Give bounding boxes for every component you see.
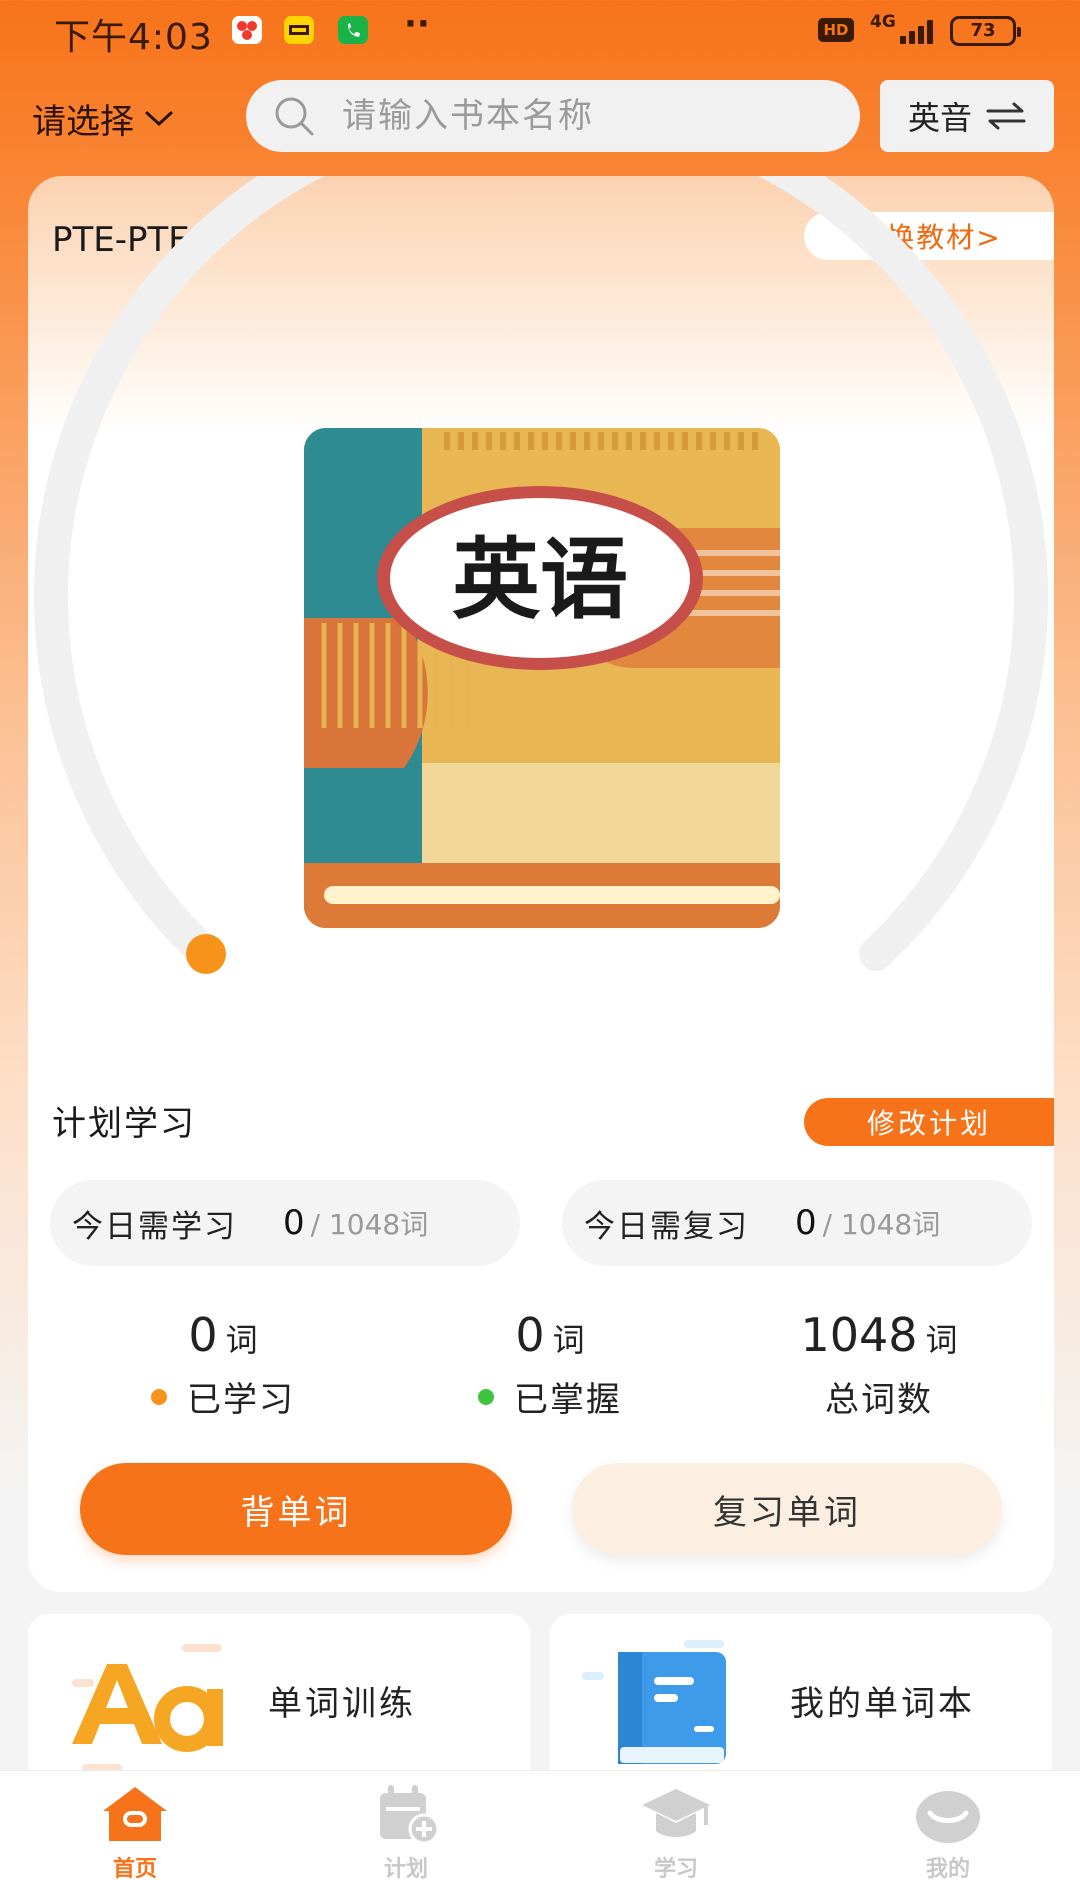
learned-label: 已学习 — [187, 1380, 295, 1420]
today-learn-label: 今日需学习 — [72, 1208, 237, 1245]
today-review-total: / 1048词 — [822, 1208, 941, 1241]
search-icon — [275, 97, 314, 136]
calendar-plan-icon — [380, 1785, 440, 1845]
today-learn-value: 0 — [283, 1203, 305, 1243]
stat-learned: 0词 已学习 — [73, 1308, 373, 1421]
review-words-button[interactable]: 复习单词 — [572, 1463, 1002, 1555]
progress-indicator-dot — [186, 934, 226, 974]
word-training-label: 单词训练 — [268, 1684, 416, 1724]
total-unit: 词 — [925, 1321, 958, 1359]
mastered-count: 0 — [515, 1308, 545, 1362]
home-icon — [103, 1787, 167, 1841]
mastered-unit: 词 — [552, 1321, 585, 1359]
mastered-dot-icon — [478, 1388, 494, 1405]
today-learn-pill: 今日需学习 0 / 1048词 — [50, 1180, 520, 1266]
plan-section-title: 计划学习 — [52, 1104, 196, 1144]
today-review-value: 0 — [795, 1203, 817, 1243]
swap-icon — [986, 102, 1026, 130]
word-training-card[interactable]: 单词训练 — [28, 1614, 530, 1774]
learned-dot-icon — [151, 1388, 167, 1405]
today-review-label: 今日需复习 — [584, 1208, 749, 1245]
notification-app-icon — [232, 16, 262, 44]
category-selector[interactable]: 请选择 — [32, 94, 174, 143]
tab-home-label: 首页 — [112, 1857, 157, 1880]
chevron-down-icon — [145, 111, 173, 126]
learned-unit: 词 — [225, 1321, 258, 1359]
book-cover-image[interactable]: 英语 — [304, 428, 780, 928]
book-illustration: 英语 — [304, 428, 780, 928]
profile-face-icon — [916, 1791, 980, 1843]
tab-plan-label: 计划 — [383, 1857, 428, 1880]
total-label: 总词数 — [825, 1380, 933, 1420]
search-bar[interactable] — [246, 80, 860, 152]
status-bar: 下午4:03 ·· HD 4G 73 — [0, 0, 1080, 62]
battery-icon: 73 — [950, 16, 1021, 46]
hd-voice-icon: HD — [818, 18, 854, 42]
stat-mastered: 0词 已掌握 — [400, 1308, 700, 1421]
today-learn-total: / 1048词 — [310, 1208, 429, 1241]
signal-icon — [900, 18, 940, 44]
bottom-tab-bar: 首页 计划 学习 我的 — [0, 1770, 1080, 1880]
reader-app-icon — [284, 16, 314, 44]
today-review-pill: 今日需复习 0 / 1048词 — [562, 1180, 1032, 1266]
accent-toggle-button[interactable]: 英音 — [880, 80, 1054, 152]
study-card: PTE-PTE 切换教材> 英语 计划学习 修改计划 今日需学习 0 / 104… — [28, 176, 1054, 1592]
wordbook-label: 我的单词本 — [790, 1684, 975, 1724]
wordbook-icon — [582, 1640, 726, 1764]
tab-study-label: 学习 — [653, 1857, 698, 1880]
tab-home[interactable]: 首页 — [75, 1783, 195, 1880]
mastered-label: 已掌握 — [514, 1380, 622, 1420]
stat-total: 1048 词 总词数 — [729, 1308, 1029, 1421]
tab-plan[interactable]: 计划 — [346, 1783, 466, 1880]
phone-call-icon — [338, 16, 368, 44]
search-input[interactable] — [342, 96, 802, 136]
edit-plan-button[interactable]: 修改计划 — [804, 1098, 1054, 1146]
status-time: 下午4:03 — [54, 17, 213, 58]
graduation-cap-icon — [642, 1789, 710, 1837]
word-training-icon — [72, 1644, 223, 1772]
accent-label: 英音 — [907, 99, 972, 137]
tab-study[interactable]: 学习 — [616, 1783, 736, 1880]
total-count: 1048 — [800, 1308, 918, 1362]
tab-mine[interactable]: 我的 — [888, 1783, 1008, 1880]
tab-mine-label: 我的 — [925, 1857, 970, 1880]
network-type: 4G — [870, 12, 896, 32]
selector-label: 请选择 — [32, 102, 134, 142]
book-cover-text: 英语 — [452, 528, 628, 631]
memorize-words-button[interactable]: 背单词 — [80, 1463, 512, 1555]
more-notifications-icon: ·· — [404, 4, 430, 44]
my-wordbook-card[interactable]: 我的单词本 — [550, 1614, 1052, 1774]
learned-count: 0 — [188, 1308, 218, 1362]
